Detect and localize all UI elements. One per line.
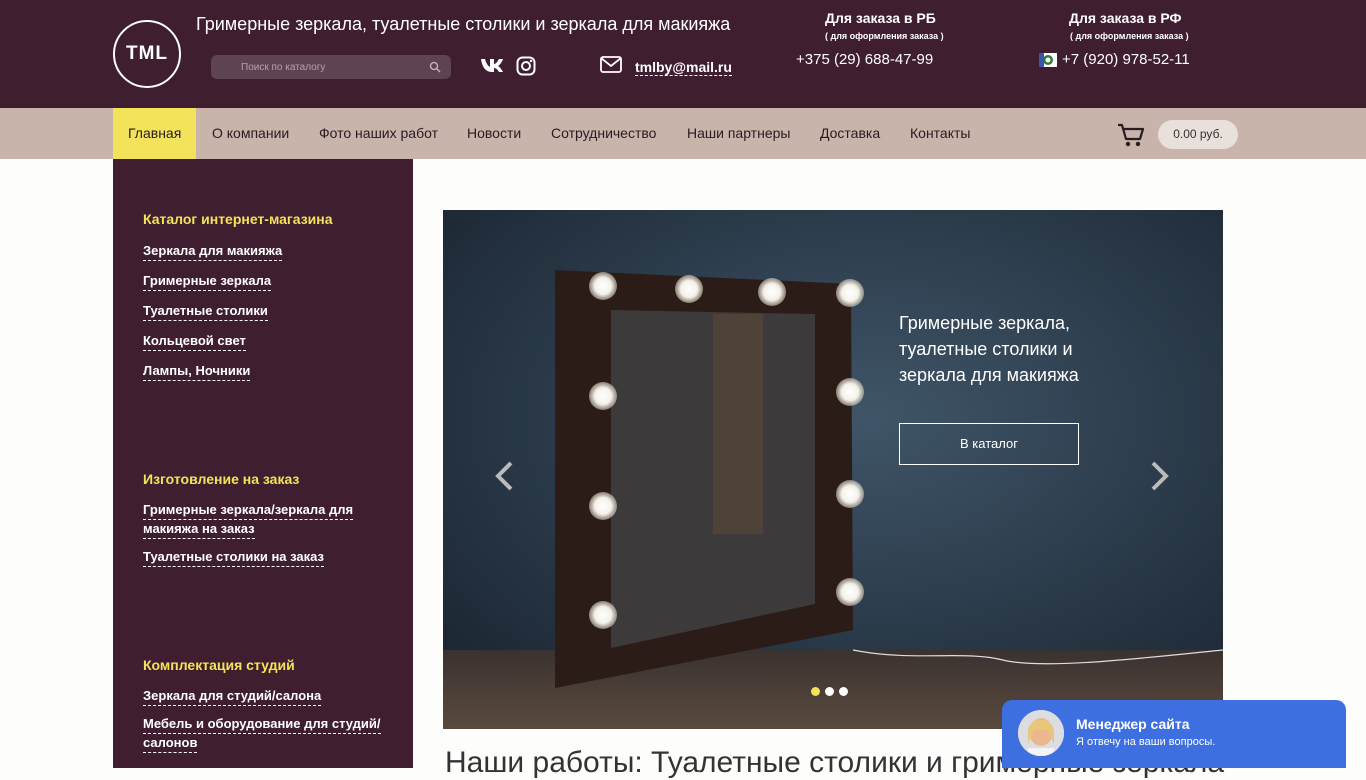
- cart-icon[interactable]: [1117, 122, 1145, 153]
- sidebar-link-lamps[interactable]: Лампы, Ночники: [143, 361, 251, 381]
- nav-item-photos[interactable]: Фото наших работ: [304, 108, 453, 159]
- site-header: TML Гримерные зеркала, туалетные столики…: [0, 0, 1366, 108]
- search-input[interactable]: [221, 55, 421, 79]
- sidebar-link-vanity-tables[interactable]: Туалетные столики: [143, 301, 268, 321]
- instagram-icon[interactable]: [516, 56, 536, 81]
- sidebar-title-studios: Комплектация студий: [143, 657, 295, 673]
- sidebar-link-makeup-mirrors[interactable]: Зеркала для макияжа: [143, 241, 283, 261]
- slider-prev-icon[interactable]: [493, 460, 515, 497]
- vk-icon[interactable]: [479, 56, 505, 79]
- site-logo[interactable]: TML: [113, 20, 181, 88]
- slider-next-icon[interactable]: [1149, 460, 1171, 497]
- search-box: [211, 55, 451, 79]
- sidebar-title-catalog: Каталог интернет-магазина: [143, 211, 333, 227]
- nav-item-delivery[interactable]: Доставка: [805, 108, 895, 159]
- sidebar-link-custom-mirrors[interactable]: Гримерные зеркала/зеркала для: [143, 500, 354, 520]
- slider-dot[interactable]: [811, 687, 820, 696]
- sidebar-link-studio-furniture[interactable]: Мебель и оборудование для студий/: [143, 714, 381, 734]
- cart-total[interactable]: 0.00 руб.: [1158, 120, 1238, 149]
- slider-dot[interactable]: [839, 687, 848, 696]
- chat-manager-sub: Я отвечу на ваши вопросы.: [1076, 736, 1216, 748]
- slide-image: [443, 210, 1223, 729]
- slide-caption: Гримерные зеркала, туалетные столики и з…: [899, 313, 1079, 385]
- sidebar-link-dressing-mirrors[interactable]: Гримерные зеркала: [143, 271, 272, 291]
- viber-icon: [1039, 53, 1057, 72]
- site-tagline: Гримерные зеркала, туалетные столики и з…: [196, 14, 731, 34]
- email-link[interactable]: tmlby@mail.ru: [635, 59, 732, 76]
- manager-avatar: [1018, 710, 1064, 756]
- chat-widget[interactable]: Менеджер сайта Я отвечу на ваши вопросы.: [1002, 700, 1346, 768]
- nav-item-home[interactable]: Главная: [113, 108, 197, 159]
- sidebar-link-ring-light[interactable]: Кольцевой свет: [143, 331, 246, 351]
- nav-item-about[interactable]: О компании: [197, 108, 304, 159]
- contact-rb-title: Для заказа в РБ: [825, 10, 936, 26]
- nav-item-contacts[interactable]: Контакты: [895, 108, 985, 159]
- nav-item-partners[interactable]: Наши партнеры: [672, 108, 805, 159]
- contact-rf-sub: ( для оформления заказа ): [1070, 31, 1189, 41]
- slider-dot[interactable]: [825, 687, 834, 696]
- mail-icon: [600, 56, 622, 78]
- sidebar-link-custom-tables[interactable]: Туалетные столики на заказ: [143, 547, 325, 567]
- sidebar-link-custom-mirrors-2[interactable]: макияжа на заказ: [143, 519, 255, 539]
- contact-rf-title: Для заказа в РФ: [1069, 10, 1182, 26]
- sidebar: Каталог интернет-магазина Зеркала для ма…: [113, 159, 413, 768]
- chat-manager-name: Менеджер сайта: [1076, 716, 1190, 732]
- search-icon[interactable]: [429, 60, 441, 78]
- sidebar-link-studio-mirrors[interactable]: Зеркала для студий/салона: [143, 686, 322, 706]
- hero-slider: Гримерные зеркала, туалетные столики и з…: [443, 210, 1223, 729]
- slider-dots: [811, 683, 853, 701]
- nav-item-cooperation[interactable]: Сотрудничество: [536, 108, 671, 159]
- sidebar-link-studio-furniture-2[interactable]: салонов: [143, 733, 198, 753]
- contact-rb-sub: ( для оформления заказа ): [825, 31, 944, 41]
- contact-rf-phone[interactable]: +7 (920) 978-52-11: [1062, 51, 1190, 68]
- nav-item-news[interactable]: Новости: [452, 108, 536, 159]
- catalog-button[interactable]: В каталог: [899, 423, 1079, 465]
- contact-rb-phone[interactable]: +375 (29) 688-47-99: [796, 51, 933, 68]
- sidebar-title-custom: Изготовление на заказ: [143, 471, 300, 487]
